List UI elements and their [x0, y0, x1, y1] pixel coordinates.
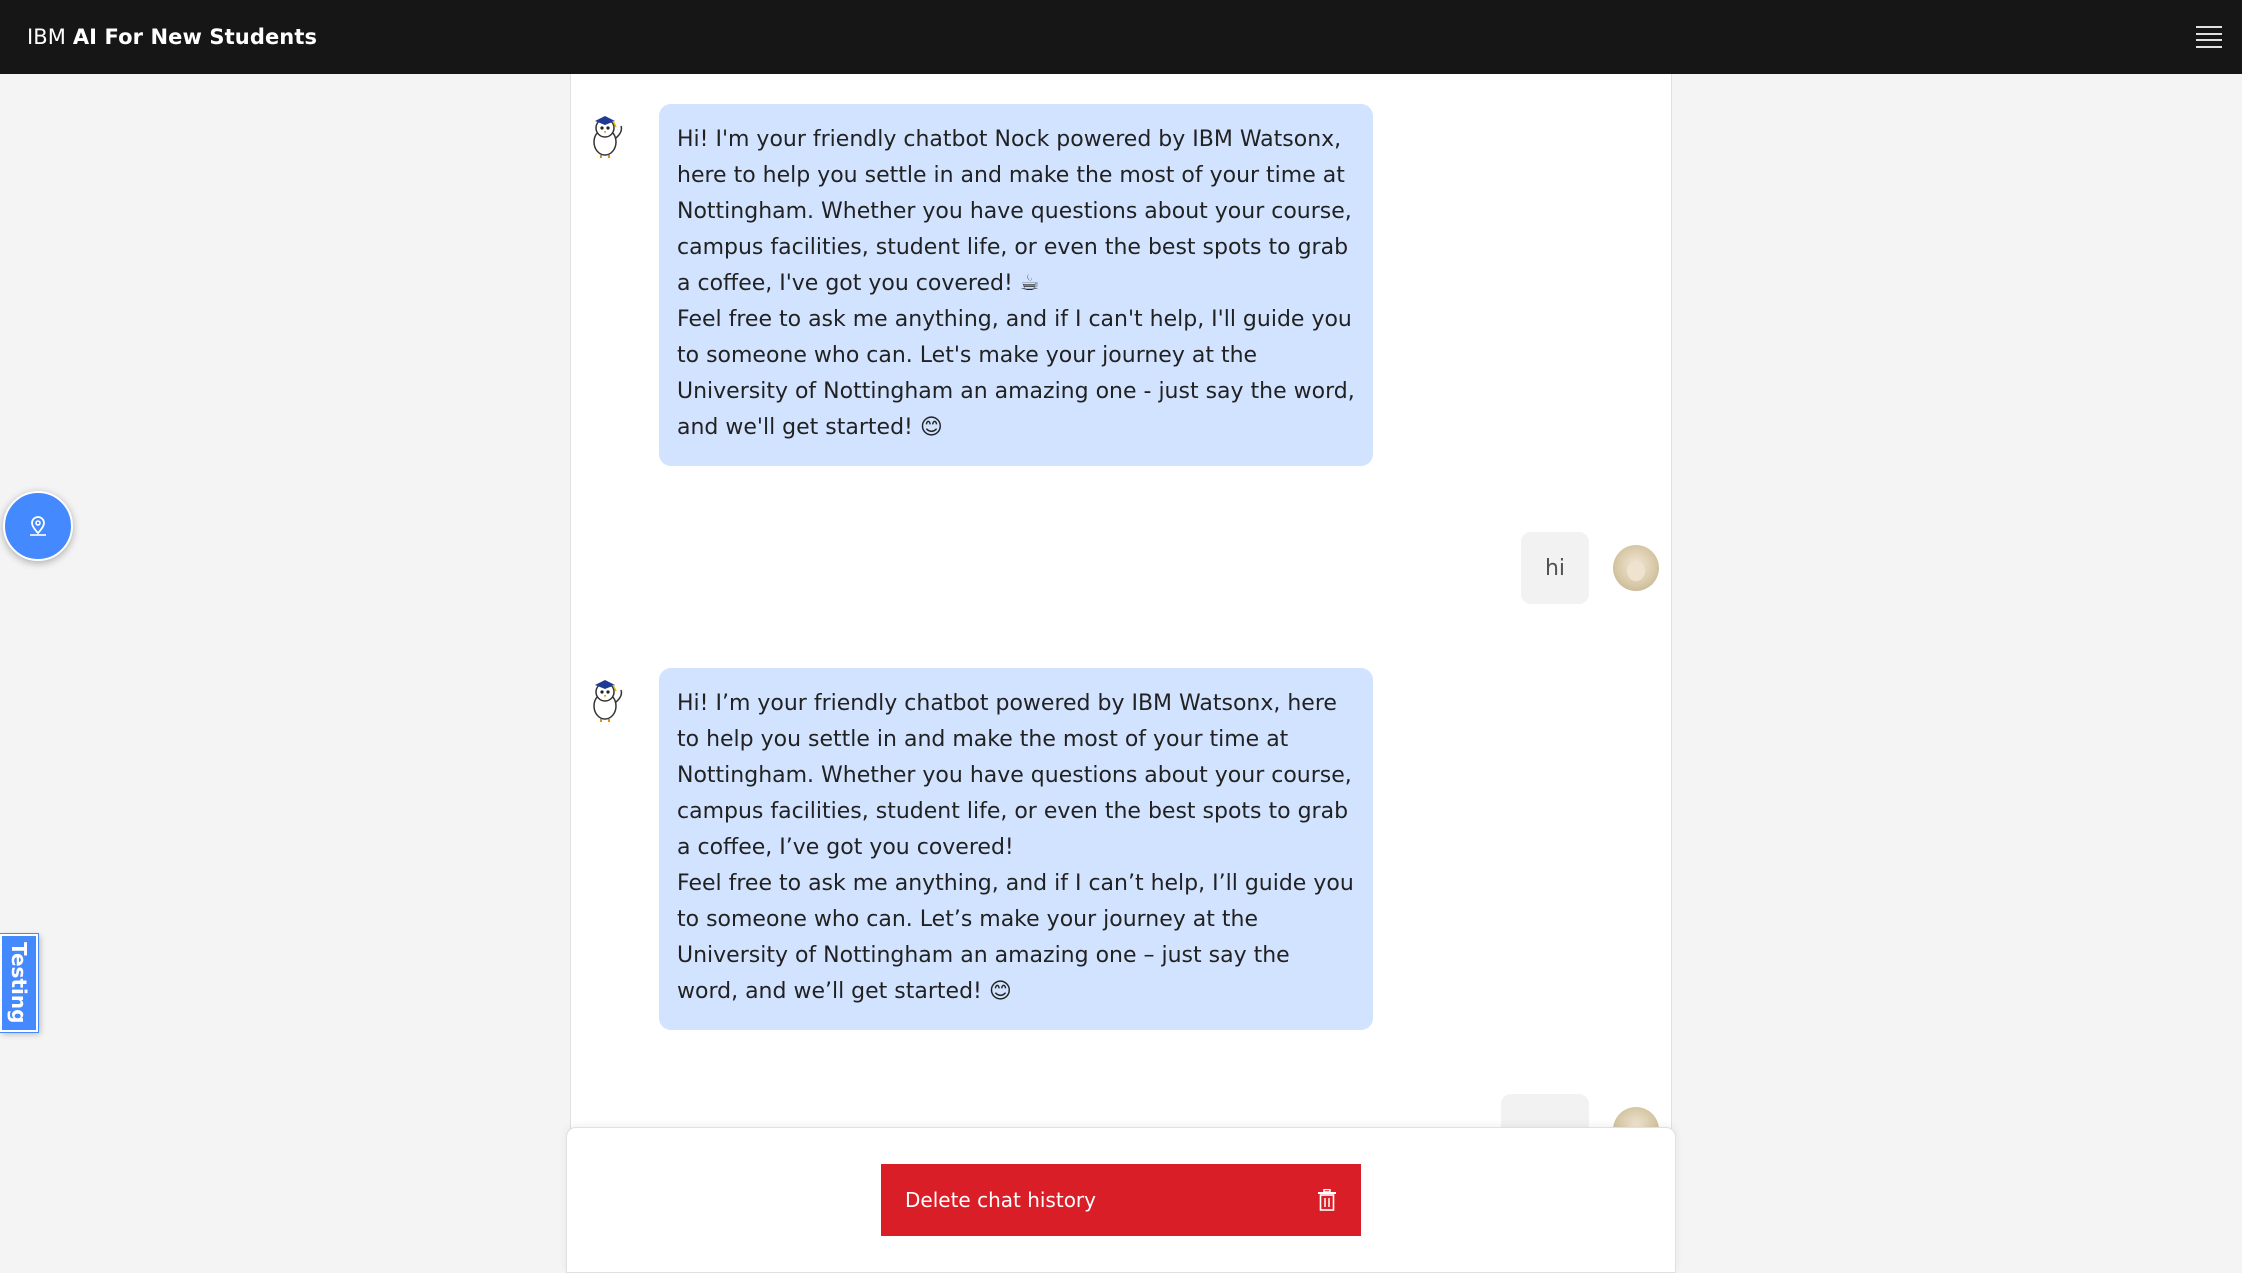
hamburger-menu-icon[interactable] — [2196, 26, 2222, 48]
trash-icon — [1318, 1189, 1336, 1211]
bird-mascot-icon — [593, 116, 623, 158]
bird-mascot-icon — [593, 680, 623, 722]
user-message: hi — [1520, 532, 1659, 604]
brand-name: AI For New Students — [72, 25, 318, 49]
bot-message-bubble: Hi! I'm your friendly chatbot Nock power… — [659, 104, 1373, 466]
message-text: Hi! I’m your friendly chatbot powered by… — [677, 691, 1352, 860]
side-tab-label: Testing — [7, 942, 31, 1024]
location-pin-icon — [30, 516, 46, 536]
message-text: Hi! I'm your friendly chatbot Nock power… — [677, 127, 1352, 296]
bot-message-bubble: Hi! I’m your friendly chatbot powered by… — [659, 668, 1373, 1030]
app-title[interactable]: IBM AI For New Students — [27, 25, 317, 49]
bot-message: Hi! I’m your friendly chatbot powered by… — [583, 668, 1373, 1030]
chat-footer: Delete chat history — [566, 1127, 1676, 1273]
user-avatar-icon — [1613, 545, 1659, 591]
floating-action-button[interactable] — [3, 491, 73, 561]
user-message-bubble: hi — [1520, 532, 1589, 604]
brand-prefix: IBM — [27, 25, 67, 49]
bot-message: Hi! I'm your friendly chatbot Nock power… — [583, 104, 1373, 466]
message-text: Feel free to ask me anything, and if I c… — [677, 871, 1354, 1004]
delete-chat-history-button[interactable]: Delete chat history — [881, 1164, 1361, 1236]
app-header: IBM AI For New Students — [0, 0, 2242, 74]
delete-button-label: Delete chat history — [905, 1188, 1096, 1212]
testing-side-tab[interactable]: Testing — [0, 934, 38, 1032]
message-text: Feel free to ask me anything, and if I c… — [677, 307, 1355, 440]
chat-panel[interactable]: Hi! I'm your friendly chatbot Nock power… — [570, 74, 1672, 1273]
